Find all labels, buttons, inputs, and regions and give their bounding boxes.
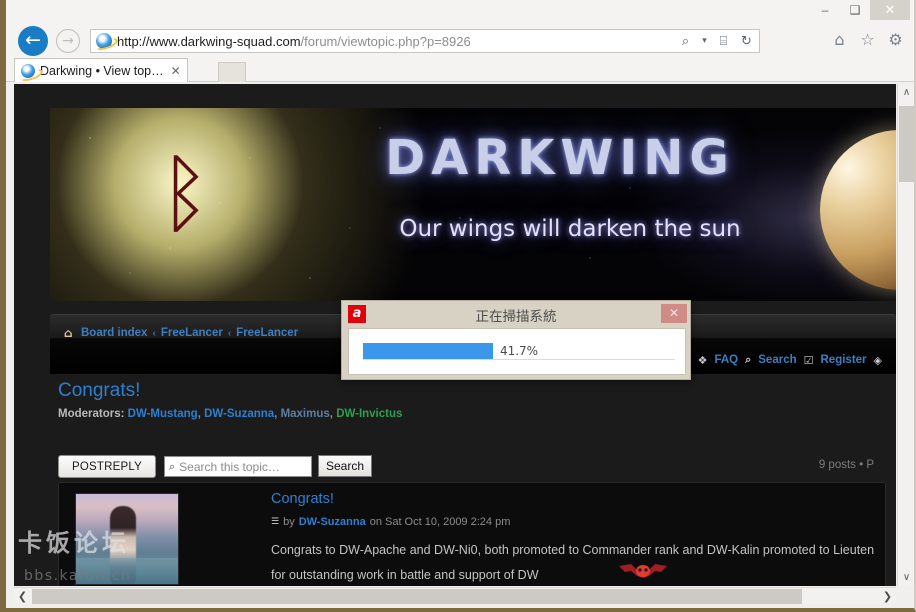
scroll-down-icon[interactable]: ∨	[898, 569, 915, 586]
window-title-bar: – ❑ ✕	[6, 0, 914, 24]
nav-link-search[interactable]: Search	[758, 354, 796, 366]
avatar	[75, 493, 179, 585]
dialog-title-bar: a 正在掃描系統 ✕	[342, 301, 690, 327]
post-body: Congrats to DW-Apache and DW-Ni0, both p…	[271, 538, 885, 586]
url-path: /forum/viewtopic.php?p=8926	[300, 33, 471, 49]
horizontal-scroll-thumb[interactable]	[32, 589, 802, 604]
search-input[interactable]	[179, 459, 300, 474]
login-icon[interactable]: ◈	[874, 354, 882, 367]
search-icon: ⌕	[745, 353, 752, 366]
home-icon: ⌂	[64, 326, 73, 340]
breadcrumb-item-freelancer-1[interactable]: FreeLancer	[161, 327, 223, 339]
browser-window: – ❑ ✕ ← → http://www.darkwing-squad.com/…	[0, 0, 916, 612]
moderator-dw-invictus[interactable]: DW-Invictus	[336, 408, 402, 420]
forum-nav-links: ❖ FAQ ⌕ Search ☑ Register ◈	[698, 353, 882, 367]
breadcrumb-separator: ‹	[227, 327, 232, 339]
breadcrumb-separator: ‹	[152, 327, 156, 339]
post-reply-button[interactable]: POSTREPLY	[58, 455, 156, 478]
bat-emoticon-svg	[619, 564, 667, 578]
vertical-scrollbar[interactable]: ∧ ∨	[897, 84, 914, 586]
tab-favicon-icon	[21, 63, 35, 78]
search-icon: ⌕	[169, 459, 176, 473]
post-block: Congrats! ☰ by DW-Suzanna on Sat Oct 10,…	[58, 482, 886, 586]
chevron-down-icon[interactable]: ▾	[700, 33, 709, 50]
breadcrumb: ⌂ Board index ‹ FreeLancer ‹ FreeLancer	[64, 327, 298, 339]
close-window-button[interactable]: ✕	[870, 0, 910, 20]
tab-title: Darkwing • View top…	[40, 63, 164, 78]
vertical-scroll-thumb[interactable]	[899, 106, 914, 182]
back-button[interactable]: ←	[18, 26, 48, 56]
moderators-line: Moderators: DW-Mustang, DW-Suzanna, Maxi…	[58, 408, 403, 420]
post-body-line-2: for outstanding work in battle and suppo…	[271, 568, 539, 582]
post-date: on Sat Oct 10, 2009 2:24 pm	[369, 516, 511, 528]
dialog-title: 正在掃描系統	[475, 309, 557, 325]
register-icon: ☑	[803, 353, 814, 367]
topic-search-box[interactable]: ⌕	[164, 456, 312, 477]
minimize-button[interactable]: –	[810, 0, 840, 20]
address-bar-row: ← → http://www.darkwing-squad.com/forum/…	[6, 24, 914, 58]
gear-icon[interactable]: ⚙	[887, 31, 904, 48]
internet-explorer-icon	[96, 33, 112, 49]
darkwing-eagle-logo-icon: ᛒ	[159, 144, 211, 244]
url-bar[interactable]: http://www.darkwing-squad.com/forum/view…	[90, 29, 760, 53]
forward-button[interactable]: →	[56, 29, 80, 53]
nav-link-register[interactable]: Register	[821, 354, 867, 366]
avira-scan-dialog: a 正在掃描系統 ✕ 41.7%	[341, 300, 691, 380]
search-icon[interactable]: ⌕	[677, 33, 694, 50]
post-meta: ☰ by DW-Suzanna on Sat Oct 10, 2009 2:24…	[271, 516, 510, 528]
tab-close-icon[interactable]: ✕	[171, 64, 181, 78]
dialog-close-button[interactable]: ✕	[661, 304, 687, 323]
tab-strip: Darkwing • View top… ✕	[6, 58, 914, 82]
progress-percent-label: 41.7%	[499, 344, 539, 358]
site-banner: ᛒ DARKWING Our wings will darken the sun	[50, 108, 896, 301]
favorites-star-icon[interactable]: ☆	[859, 31, 876, 48]
progress-bar-track: 41.7%	[363, 342, 675, 360]
post-author-link[interactable]: DW-Suzanna	[299, 516, 366, 528]
url-text: http://www.darkwing-squad.com/forum/view…	[117, 34, 471, 49]
nav-link-faq[interactable]: FAQ	[714, 354, 738, 366]
breadcrumb-item-freelancer-2[interactable]: FreeLancer	[236, 327, 298, 339]
moderator-dw-suzanna[interactable]: DW-Suzanna	[204, 408, 274, 420]
post-count-label: 9 posts • P	[818, 459, 874, 471]
maximize-button[interactable]: ❑	[840, 0, 870, 20]
new-tab-button[interactable]	[218, 62, 246, 82]
by-label: by	[283, 516, 295, 528]
faq-icon: ❖	[697, 353, 708, 367]
moderator-maximus[interactable]: Maximus	[281, 408, 330, 420]
breadcrumb-item-board-index[interactable]: Board index	[81, 327, 147, 339]
toolbar-icons: ⌂ ☆ ⚙	[831, 31, 904, 48]
bat-emoticon-icon	[617, 562, 669, 586]
moderator-dw-mustang[interactable]: DW-Mustang	[128, 408, 198, 420]
post-body-line-1: Congrats to DW-Apache and DW-Ni0, both p…	[271, 543, 875, 557]
dialog-content-panel: 41.7%	[348, 328, 686, 375]
scroll-left-icon[interactable]: ❮	[14, 588, 31, 605]
moderators-label: Moderators:	[58, 408, 125, 420]
tab-darkwing[interactable]: Darkwing • View top… ✕	[14, 58, 188, 82]
page-title: Congrats!	[58, 380, 141, 401]
url-host: http://www.darkwing-squad.com	[117, 33, 301, 49]
horizontal-scrollbar[interactable]: ❮ ❯	[14, 587, 896, 604]
search-button[interactable]: Search	[318, 455, 373, 477]
post-title[interactable]: Congrats!	[271, 491, 334, 507]
scroll-right-icon[interactable]: ❯	[879, 588, 896, 605]
banner-wordmark: DARKWING	[385, 130, 735, 186]
scroll-up-icon[interactable]: ∧	[898, 84, 915, 101]
url-bar-icons: ⌕ ▾ ⌸ ↻	[677, 33, 755, 50]
compatibility-view-icon[interactable]: ⌸	[715, 33, 732, 50]
banner-tagline: Our wings will darken the sun	[399, 216, 741, 242]
post-icon: ☰	[271, 517, 280, 527]
refresh-icon[interactable]: ↻	[738, 33, 755, 50]
home-icon[interactable]: ⌂	[831, 31, 848, 48]
